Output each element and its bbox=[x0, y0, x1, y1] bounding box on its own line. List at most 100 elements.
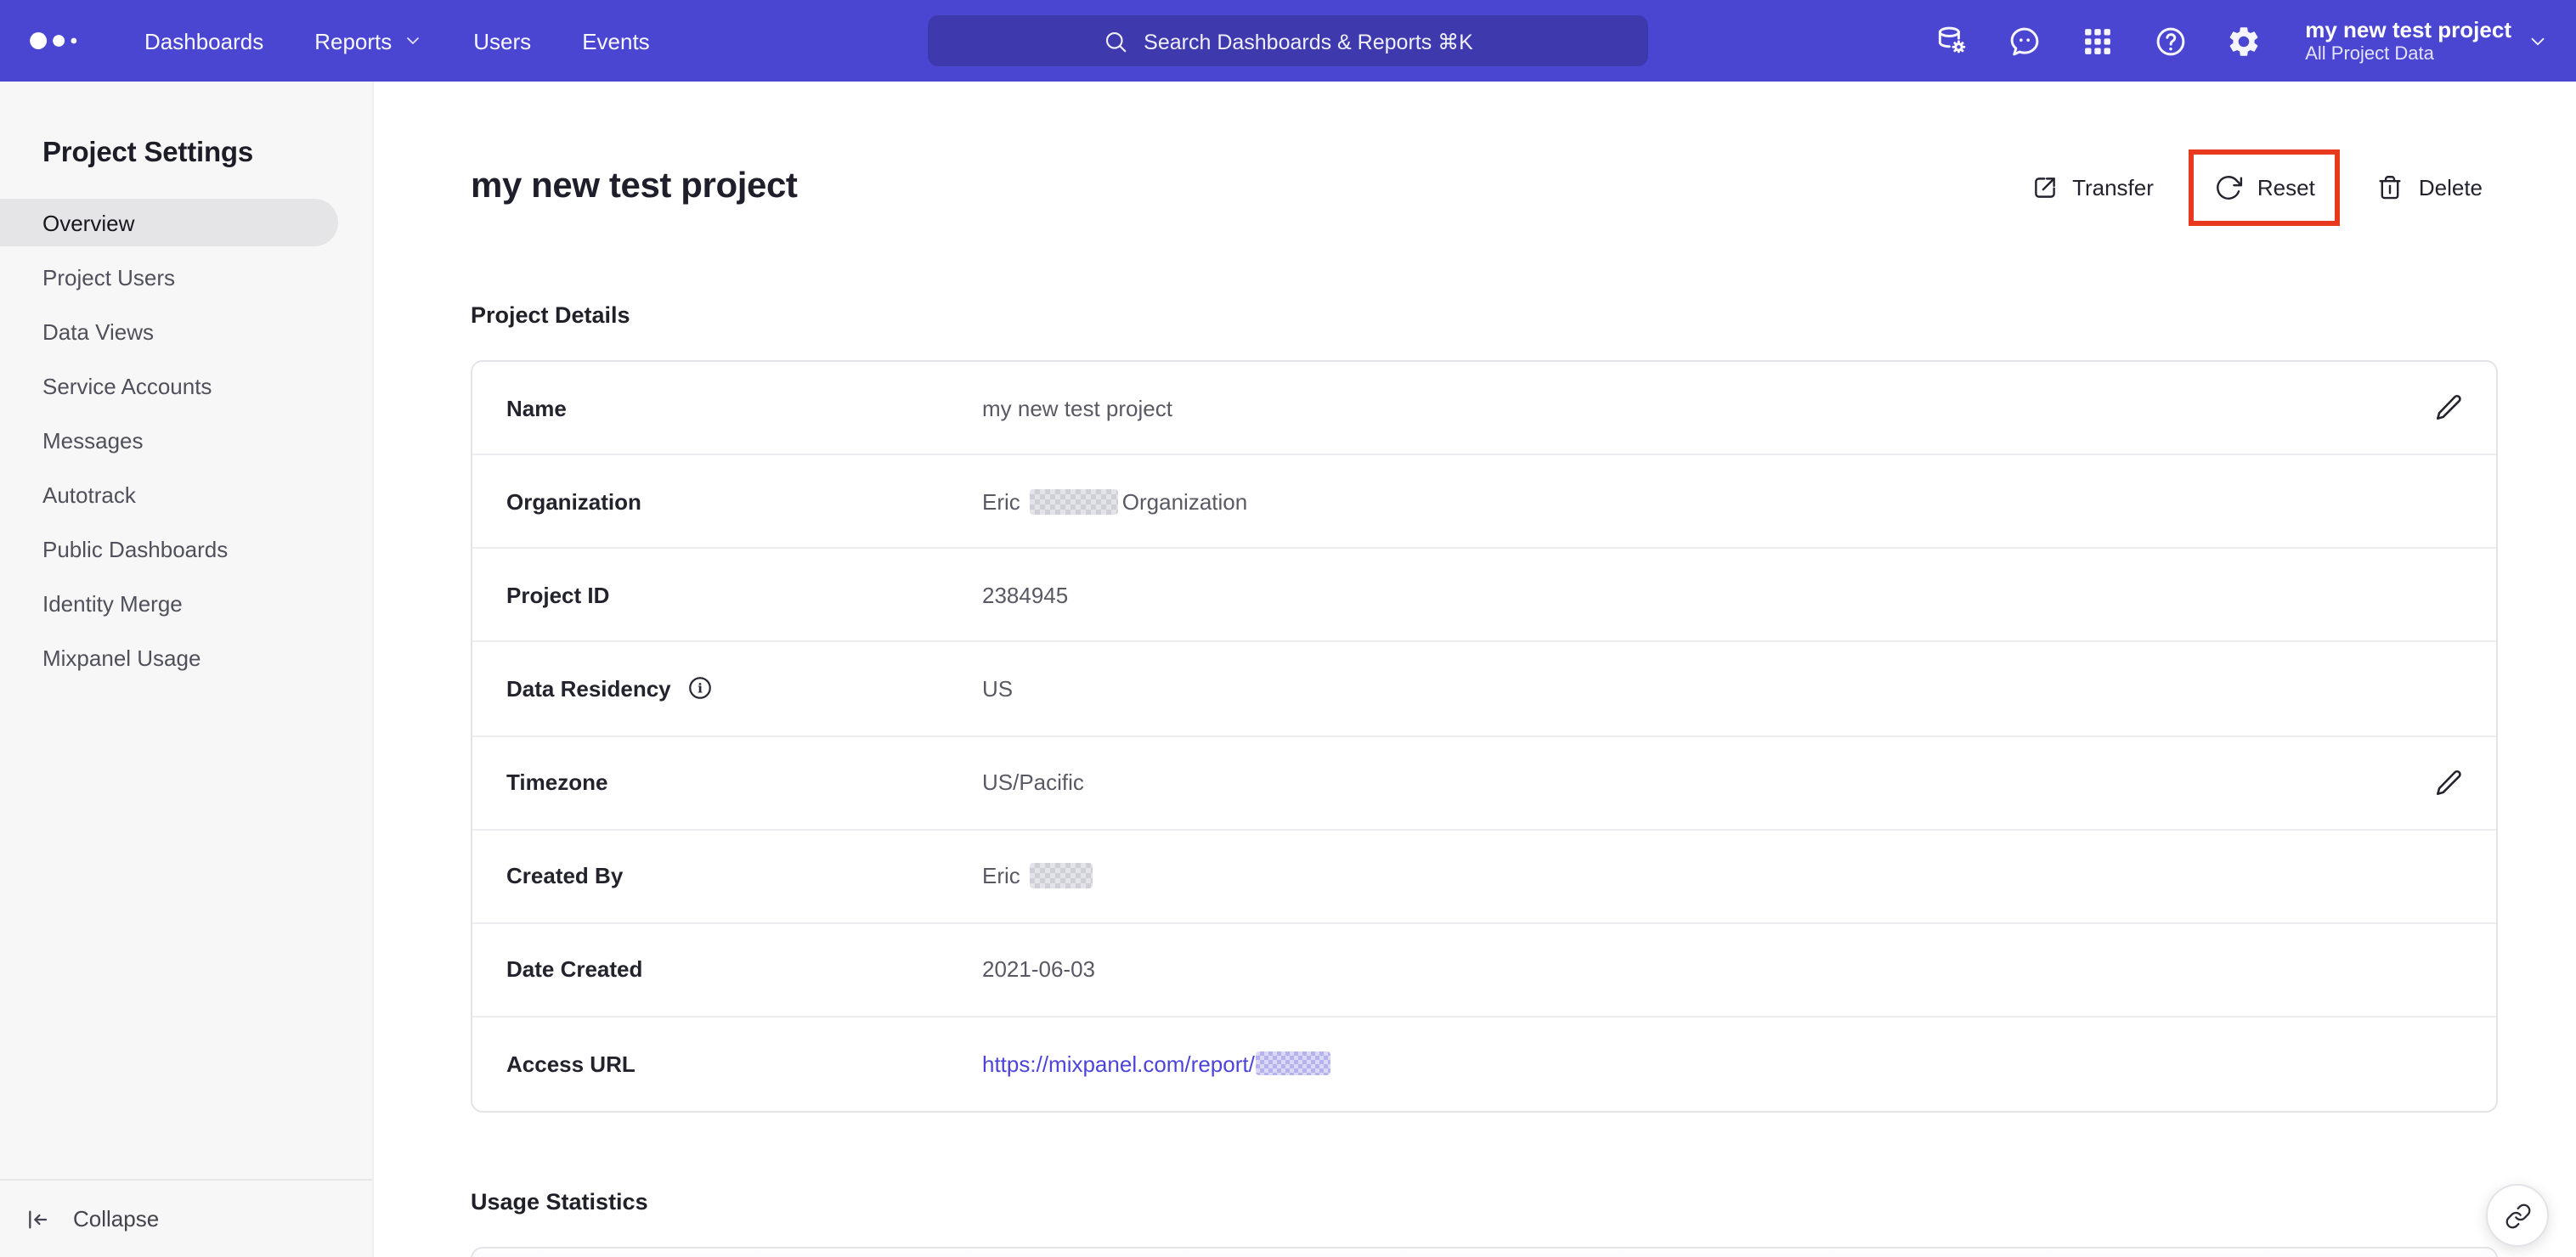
chevron-down-icon bbox=[2531, 37, 2545, 45]
feedback-icon[interactable] bbox=[2006, 23, 2042, 59]
page-title: my new test project bbox=[471, 166, 798, 206]
search-placeholder: Search Dashboards & Reports ⌘K bbox=[1144, 30, 1473, 54]
row-value-suffix: Organization bbox=[1121, 488, 1248, 515]
pencil-icon bbox=[2436, 395, 2461, 420]
share-link-button[interactable] bbox=[2486, 1184, 2549, 1247]
row-label: Date Created bbox=[506, 956, 643, 983]
detail-row-access-url: Access URL https://mixpanel.com/report/ bbox=[472, 1017, 2496, 1111]
collapse-button[interactable]: Collapse bbox=[0, 1179, 372, 1257]
help-icon[interactable] bbox=[2152, 23, 2188, 59]
collapse-label: Collapse bbox=[73, 1206, 160, 1232]
row-value: US bbox=[982, 675, 1014, 702]
sidebar-item-data-views[interactable]: Data Views bbox=[0, 307, 338, 355]
redacted-text bbox=[1256, 1051, 1331, 1076]
detail-row-timezone: Timezone US/Pacific bbox=[472, 736, 2496, 831]
sidebar-item-mixpanel-usage[interactable]: Mixpanel Usage bbox=[0, 634, 338, 681]
project-switcher-name: my new test project bbox=[2305, 16, 2511, 42]
sidebar: Project Settings Overview Project Users … bbox=[0, 82, 374, 1257]
info-icon[interactable]: i bbox=[686, 675, 714, 702]
reset-icon bbox=[2217, 175, 2243, 199]
reset-annotation-box: Reset bbox=[2189, 149, 2341, 225]
redacted-text bbox=[1030, 488, 1119, 515]
row-label: Name bbox=[506, 395, 567, 421]
search-icon bbox=[1106, 31, 1127, 52]
section-heading-project-details: Project Details bbox=[471, 302, 630, 328]
detail-row-name: Name my new test project bbox=[472, 362, 2496, 456]
mixpanel-logo[interactable] bbox=[25, 27, 93, 54]
sidebar-item-autotrack[interactable]: Autotrack bbox=[0, 471, 338, 518]
nav-item-label: Events bbox=[582, 28, 650, 54]
sidebar-item-label: Messages bbox=[42, 427, 144, 453]
row-value-prefix: Eric bbox=[982, 863, 1020, 889]
redacted-text bbox=[1030, 863, 1093, 889]
row-label: Organization bbox=[506, 488, 641, 515]
row-label: Project ID bbox=[506, 582, 610, 608]
nav-item-reports[interactable]: Reports bbox=[314, 28, 422, 54]
row-label: Data Residency bbox=[506, 675, 671, 702]
chevron-down-icon bbox=[406, 37, 419, 44]
sidebar-item-identity-merge[interactable]: Identity Merge bbox=[0, 579, 338, 627]
reset-button[interactable]: Reset bbox=[2200, 160, 2330, 214]
sidebar-item-project-users[interactable]: Project Users bbox=[0, 253, 338, 301]
project-actions: Transfer Reset Delete bbox=[2014, 149, 2498, 225]
row-label: Created By bbox=[506, 863, 624, 889]
transfer-label: Transfer bbox=[2072, 174, 2154, 200]
sidebar-item-label: Identity Merge bbox=[42, 590, 183, 616]
row-label: Access URL bbox=[506, 1051, 636, 1077]
project-switcher-scope: All Project Data bbox=[2305, 43, 2434, 64]
project-switcher[interactable]: my new test project All Project Data bbox=[2305, 16, 2549, 65]
row-value: 2384945 bbox=[982, 582, 1069, 608]
settings-gear-icon[interactable] bbox=[2225, 23, 2261, 59]
nav-item-events[interactable]: Events bbox=[582, 28, 650, 54]
detail-row-project-id: Project ID 2384945 bbox=[472, 550, 2496, 643]
sidebar-item-service-accounts[interactable]: Service Accounts bbox=[0, 362, 338, 409]
sidebar-item-label: Service Accounts bbox=[42, 373, 212, 398]
sidebar-item-label: Mixpanel Usage bbox=[42, 645, 201, 670]
sidebar-item-label: Autotrack bbox=[42, 482, 136, 507]
detail-row-data-residency: Data Residency i US bbox=[472, 643, 2496, 736]
data-management-icon[interactable] bbox=[1933, 23, 1969, 59]
transfer-button[interactable]: Transfer bbox=[2014, 160, 2169, 214]
nav-item-dashboards[interactable]: Dashboards bbox=[144, 28, 263, 54]
pencil-icon bbox=[2436, 769, 2461, 795]
usage-statistics-card bbox=[471, 1247, 2498, 1257]
link-icon bbox=[2505, 1203, 2530, 1228]
detail-row-organization: Organization Eric Organization bbox=[472, 455, 2496, 550]
access-url-link[interactable]: https://mixpanel.com/report/ bbox=[982, 1051, 1255, 1077]
row-value: 2021-06-03 bbox=[982, 956, 1095, 983]
sidebar-nav: Overview Project Users Data Views Servic… bbox=[0, 199, 372, 681]
page: Dashboards Reports Users Events Search D… bbox=[0, 0, 2576, 1257]
mixpanel-logo-icon bbox=[30, 32, 77, 49]
search-input[interactable]: Search Dashboards & Reports ⌘K bbox=[928, 15, 1648, 66]
edit-timezone-button[interactable] bbox=[2433, 767, 2464, 798]
sidebar-item-label: Data Views bbox=[42, 318, 155, 344]
sidebar-item-label: Overview bbox=[42, 210, 135, 235]
section-heading-usage-statistics: Usage Statistics bbox=[471, 1189, 648, 1215]
row-label: Timezone bbox=[506, 769, 608, 796]
svg-text:i: i bbox=[698, 681, 703, 696]
sidebar-item-overview[interactable]: Overview bbox=[0, 199, 338, 246]
row-value-prefix: Eric bbox=[982, 488, 1020, 515]
nav-item-label: Reports bbox=[314, 28, 393, 54]
project-details-card: Name my new test project Organization Er… bbox=[471, 360, 2498, 1113]
sidebar-item-label: Public Dashboards bbox=[42, 536, 229, 561]
edit-name-button[interactable] bbox=[2433, 392, 2464, 423]
delete-label: Delete bbox=[2418, 174, 2483, 200]
delete-button[interactable]: Delete bbox=[2361, 160, 2498, 214]
main-content: my new test project Transfer Reset Delet… bbox=[374, 82, 2576, 1257]
trash-icon bbox=[2380, 175, 2402, 199]
nav-item-label: Dashboards bbox=[144, 28, 264, 54]
apps-grid-icon[interactable] bbox=[2079, 23, 2115, 59]
transfer-icon bbox=[2034, 177, 2054, 197]
sidebar-item-messages[interactable]: Messages bbox=[0, 416, 338, 464]
row-value: my new test project bbox=[982, 395, 1172, 421]
nav-item-label: Users bbox=[473, 28, 532, 54]
nav-item-users[interactable]: Users bbox=[473, 28, 531, 54]
collapse-icon bbox=[29, 1209, 48, 1228]
sidebar-title: Project Settings bbox=[42, 138, 254, 168]
row-value: US/Pacific bbox=[982, 769, 1084, 796]
sidebar-item-label: Project Users bbox=[42, 264, 176, 290]
reset-label: Reset bbox=[2257, 174, 2315, 200]
top-nav: Dashboards Reports Users Events Search D… bbox=[0, 0, 2576, 82]
sidebar-item-public-dashboards[interactable]: Public Dashboards bbox=[0, 525, 338, 572]
